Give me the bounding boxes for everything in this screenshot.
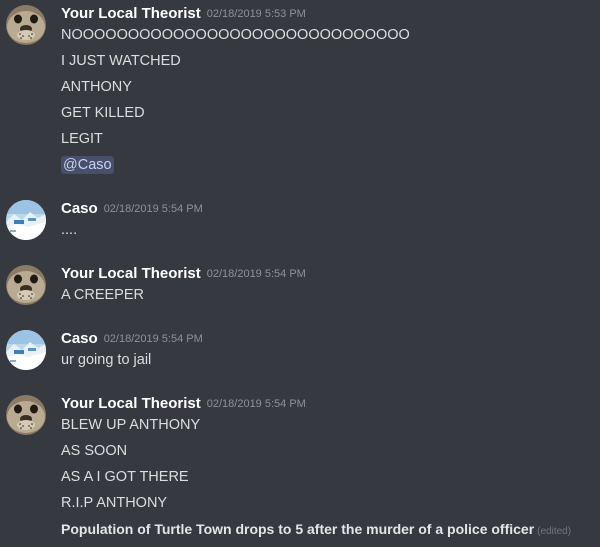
- message-header: Your Local Theorist 02/18/2019 5:54 PM: [61, 395, 306, 413]
- message-text: ....: [61, 222, 78, 238]
- message-header: Your Local Theorist 02/18/2019 5:53 PM: [61, 5, 306, 23]
- message-text: BLEW UP ANTHONY: [61, 417, 201, 433]
- message-text-bold: Population of Turtle Town drops to 5 aft…: [61, 521, 571, 538]
- message-text: GET KILLED: [61, 105, 145, 121]
- message-header: Caso 02/18/2019 5:54 PM: [61, 330, 203, 348]
- username[interactable]: Your Local Theorist: [61, 5, 201, 22]
- snowy-landscape-avatar-icon[interactable]: [6, 330, 46, 370]
- message-text: NOOOOOOOOOOOOOOOOOOOOOOOOOOOOOO: [61, 27, 410, 43]
- username[interactable]: Caso: [61, 330, 98, 347]
- timestamp: 02/18/2019 5:54 PM: [206, 268, 306, 280]
- message-text: I JUST WATCHED: [61, 53, 181, 69]
- timestamp: 02/18/2019 5:54 PM: [103, 333, 203, 345]
- message-text: ur going to jail: [61, 352, 152, 368]
- message-text: AS A I GOT THERE: [61, 469, 189, 485]
- chat-message-list: Your Local Theorist 02/18/2019 5:53 PM NO…: [0, 0, 600, 547]
- message-text: AS SOON: [61, 443, 128, 459]
- timestamp: 02/18/2019 5:54 PM: [206, 398, 306, 410]
- bold-headline: Population of Turtle Town drops to 5 aft…: [61, 521, 535, 537]
- snowy-landscape-avatar-icon[interactable]: [6, 200, 46, 240]
- timestamp: 02/18/2019 5:54 PM: [103, 203, 203, 215]
- username[interactable]: Your Local Theorist: [61, 265, 201, 282]
- seal-avatar-icon[interactable]: [6, 5, 46, 45]
- user-mention[interactable]: @Caso: [61, 156, 114, 174]
- seal-avatar-icon[interactable]: [6, 265, 46, 305]
- message-text: R.I.P ANTHONY: [61, 495, 168, 511]
- timestamp: 02/18/2019 5:53 PM: [206, 8, 306, 20]
- message-header: Your Local Theorist 02/18/2019 5:54 PM: [61, 265, 306, 283]
- message-text: LEGIT: [61, 131, 103, 147]
- username[interactable]: Your Local Theorist: [61, 395, 201, 412]
- message-text: ANTHONY: [61, 79, 132, 95]
- edited-label: (edited): [537, 526, 572, 537]
- username[interactable]: Caso: [61, 200, 98, 217]
- message-text: A CREEPER: [61, 287, 144, 303]
- message-header: Caso 02/18/2019 5:54 PM: [61, 200, 203, 218]
- seal-avatar-icon[interactable]: [6, 395, 46, 435]
- message-text: @Caso: [61, 156, 114, 174]
